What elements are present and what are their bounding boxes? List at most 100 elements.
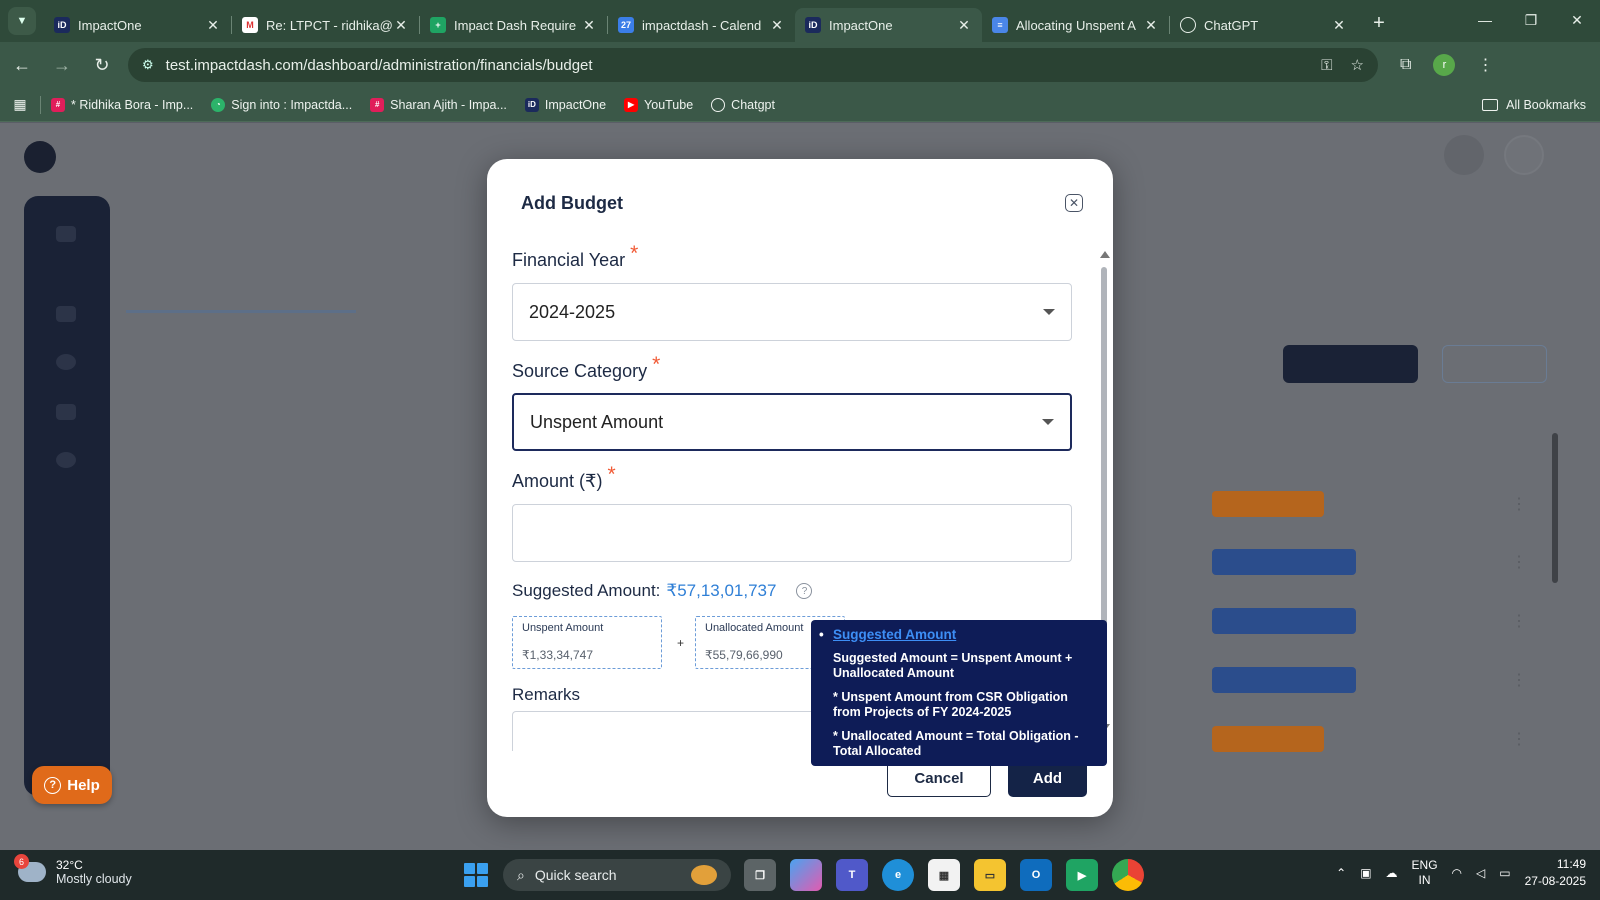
close-icon[interactable]: ✕ xyxy=(1065,194,1083,212)
close-tab-icon[interactable]: ✕ xyxy=(956,17,972,34)
address-bar[interactable]: ⚙ test.impactdash.com/dashboard/administ… xyxy=(128,48,1378,82)
amount-input[interactable] xyxy=(512,504,1072,562)
scroll-up-arrow-icon[interactable] xyxy=(1100,251,1110,258)
row-menu-icon: ⋮ xyxy=(1511,554,1527,571)
calendar-icon: 27 xyxy=(618,17,634,33)
bookmark-star-icon[interactable]: ☆ xyxy=(1351,56,1364,74)
bookmark-item[interactable]: # Sharan Ajith - Impa... xyxy=(370,97,507,112)
all-bookmarks-button[interactable]: All Bookmarks xyxy=(1482,98,1586,112)
wifi-icon[interactable]: ◠ xyxy=(1452,866,1462,880)
copilot-icon[interactable] xyxy=(790,859,822,891)
password-key-icon[interactable]: ⚿ xyxy=(1321,57,1332,74)
required-asterisk: * xyxy=(607,463,616,486)
tab-budget-active xyxy=(126,298,356,313)
remarks-label: Remarks xyxy=(512,685,581,704)
row-menu-icon: ⋮ xyxy=(1511,613,1527,630)
back-arrow-icon[interactable]: ← xyxy=(4,47,40,83)
browser-tab[interactable]: iD ImpactOne ✕ xyxy=(44,8,231,42)
financials-icon xyxy=(56,452,76,468)
plus-sign: + xyxy=(677,636,685,650)
impactone-icon: iD xyxy=(805,17,821,33)
globe-icon xyxy=(56,354,76,370)
financial-year-label: Financial Year * xyxy=(512,242,639,270)
impactone-icon: iD xyxy=(54,17,70,33)
task-view-icon[interactable]: ❐ xyxy=(744,859,776,891)
slack-icon: # xyxy=(370,97,385,112)
edge-icon[interactable]: e xyxy=(882,859,914,891)
minimize-icon[interactable]: — xyxy=(1462,0,1508,40)
tray-app-icon[interactable]: ▣ xyxy=(1360,866,1371,880)
bookmark-item[interactable]: # * Ridhika Bora - Imp... xyxy=(51,97,193,112)
document-icon xyxy=(56,306,76,322)
language-indicator[interactable]: ENG IN xyxy=(1412,858,1438,888)
battery-icon[interactable]: ▭ xyxy=(1499,866,1510,880)
taskbar-search[interactable]: ⌕ Quick search xyxy=(503,859,731,891)
browser-tab[interactable]: ≡ Allocating Unspent A ✕ xyxy=(982,8,1169,42)
close-window-icon[interactable]: ✕ xyxy=(1554,0,1600,40)
bookmarks-bar: ▦ # * Ridhika Bora - Imp... ◔ Sign into … xyxy=(0,88,1600,122)
required-asterisk: * xyxy=(652,353,661,376)
browser-tab-active[interactable]: iD ImpactOne ✕ xyxy=(795,8,982,42)
close-tab-icon[interactable]: ✕ xyxy=(205,17,221,34)
url-text[interactable]: test.impactdash.com/dashboard/administra… xyxy=(166,57,1303,74)
bookmark-item[interactable]: ◔ Sign into : Impactda... xyxy=(211,97,352,112)
tab-search-chevron-icon[interactable]: ▼ xyxy=(8,7,36,35)
windows-taskbar: 6 32°C Mostly cloudy ⌕ Quick search ❐ T … xyxy=(0,850,1600,900)
status-badge xyxy=(1212,491,1324,517)
store-icon[interactable]: ▦ xyxy=(928,859,960,891)
browser-tab[interactable]: ChatGPT ✕ xyxy=(1170,8,1357,42)
browser-tab[interactable]: M Re: LTPCT - ridhika@i ✕ xyxy=(232,8,419,42)
filter-button-bg xyxy=(1442,345,1547,383)
close-tab-icon[interactable]: ✕ xyxy=(1331,17,1347,34)
close-tab-icon[interactable]: ✕ xyxy=(393,17,409,34)
modal-scrollbar[interactable] xyxy=(1101,267,1107,632)
docs-icon: ≡ xyxy=(992,17,1008,33)
source-category-select[interactable]: Unspent Amount xyxy=(512,393,1072,451)
dropdown-arrow-icon xyxy=(1043,309,1055,315)
bookmark-item[interactable]: iD ImpactOne xyxy=(524,97,606,112)
clock[interactable]: 11:49 27-08-2025 xyxy=(1525,856,1586,890)
gmail-icon: M xyxy=(242,17,258,33)
new-tab-button[interactable]: + xyxy=(1365,9,1393,37)
browser-toolbar: ← → ↻ ⚙ test.impactdash.com/dashboard/ad… xyxy=(0,42,1600,88)
forward-arrow-icon[interactable]: → xyxy=(44,47,80,83)
required-asterisk: * xyxy=(630,242,639,265)
reload-icon[interactable]: ↻ xyxy=(84,47,120,83)
app-sidebar xyxy=(24,196,110,796)
browser-tab[interactable]: 27 impactdash - Calend ✕ xyxy=(608,8,795,42)
status-badge xyxy=(1212,549,1356,575)
tooltip-line: * Unallocated Amount = Total Obligation … xyxy=(833,729,1079,758)
chevron-up-icon[interactable]: ⌃ xyxy=(1336,866,1346,880)
browser-menu-icon[interactable]: ⋮ xyxy=(1477,55,1493,75)
extensions-icon[interactable]: ⧉ xyxy=(1400,56,1411,74)
close-tab-icon[interactable]: ✕ xyxy=(1143,17,1159,34)
file-explorer-icon[interactable]: ▭ xyxy=(974,859,1006,891)
outlook-icon[interactable]: O xyxy=(1020,859,1052,891)
tooltip-line: Suggested Amount = Unspent Amount + Unal… xyxy=(833,651,1073,680)
volume-icon[interactable]: ◁ xyxy=(1476,866,1485,880)
financial-year-select[interactable]: 2024-2025 xyxy=(512,283,1072,341)
bookmark-item[interactable]: Chatgpt xyxy=(711,97,775,112)
chrome-icon[interactable] xyxy=(1112,859,1144,891)
system-tray: ⌃ ▣ ☁ ENG IN ◠ ◁ ▭ 11:49 27-08-2025 xyxy=(1336,856,1586,890)
question-icon: ? xyxy=(44,776,62,794)
windows-start-icon[interactable] xyxy=(464,863,488,887)
sheets-app-icon[interactable]: ▶ xyxy=(1066,859,1098,891)
tray-status-icon[interactable]: ☁ xyxy=(1386,866,1398,880)
search-highlight-icon xyxy=(691,865,717,885)
bookmark-item[interactable]: ▶ YouTube xyxy=(624,97,693,112)
restore-icon[interactable]: ❐ xyxy=(1508,0,1554,40)
profile-avatar[interactable]: r xyxy=(1433,54,1456,76)
close-tab-icon[interactable]: ✕ xyxy=(769,17,785,34)
help-button[interactable]: ? Help xyxy=(32,766,112,804)
help-circle-icon[interactable]: ? xyxy=(796,583,813,599)
apps-grid-icon[interactable]: ▦ xyxy=(0,96,40,113)
weather-widget[interactable]: 6 32°C Mostly cloudy xyxy=(14,854,132,886)
browser-tab[interactable]: + Impact Dash Require ✕ xyxy=(420,8,607,42)
teams-icon[interactable]: T xyxy=(836,859,868,891)
suggested-amount: Suggested Amount: ₹57,13,01,737 ? xyxy=(512,581,813,601)
site-settings-icon[interactable]: ⚙ xyxy=(142,57,154,73)
bookmark-divider xyxy=(40,95,41,114)
status-badge xyxy=(1212,726,1324,752)
close-tab-icon[interactable]: ✕ xyxy=(581,17,597,34)
